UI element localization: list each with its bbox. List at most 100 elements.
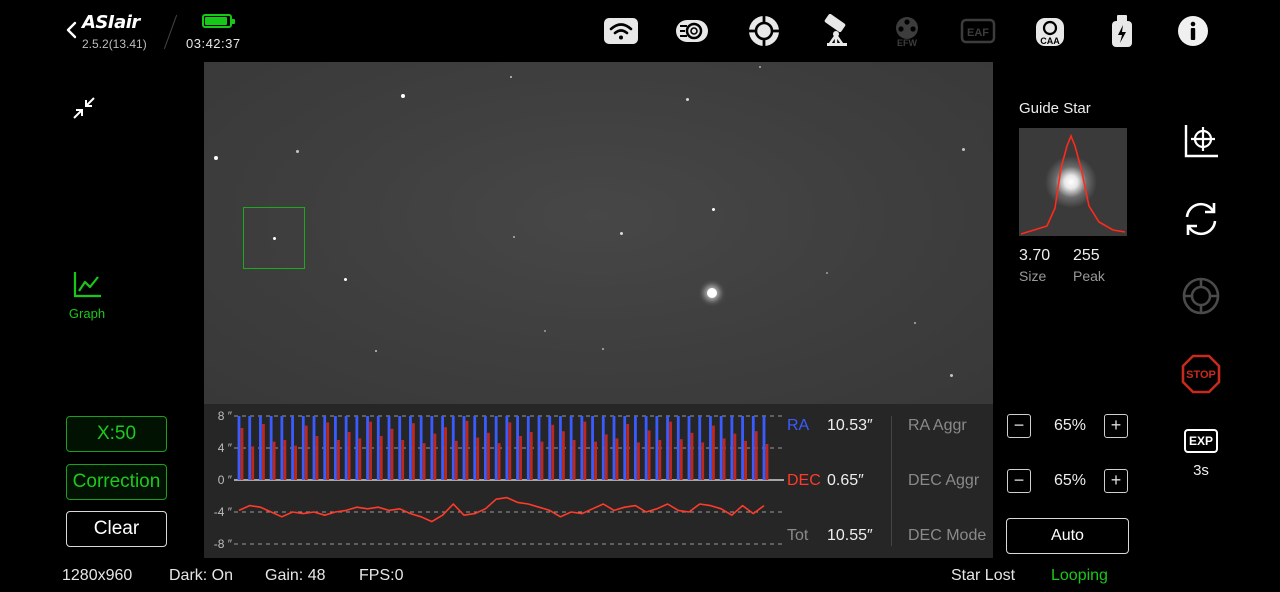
ra-label: RA xyxy=(787,417,810,434)
ra-bar xyxy=(591,416,594,480)
usb-power-icon[interactable] xyxy=(1103,12,1141,50)
dec-bar xyxy=(508,422,512,480)
ra-bar xyxy=(494,416,498,480)
ra-bar xyxy=(462,416,466,480)
divider xyxy=(163,14,178,50)
dec-bar xyxy=(765,444,769,480)
ra-bar xyxy=(601,416,605,480)
back-chevron-icon[interactable] xyxy=(62,18,84,42)
battery-icon xyxy=(202,14,235,28)
guide-graph-panel: 8 ″ 4 ″ 0 ″ -4 ″ -8 ″ RA 10.53″ DEC 0.65… xyxy=(204,404,993,558)
ra-bar xyxy=(301,416,305,480)
ra-bar xyxy=(623,416,627,480)
ra-bar xyxy=(344,416,348,480)
dec-aggr-plus-button[interactable]: + xyxy=(1104,469,1128,493)
dec-bar xyxy=(519,436,522,480)
eaf-icon[interactable]: EAF xyxy=(959,12,997,50)
graph-button[interactable]: Graph xyxy=(62,266,114,326)
guide-camera-image[interactable] xyxy=(204,62,993,404)
wifi-icon[interactable] xyxy=(602,12,640,50)
app-logo: ASIair xyxy=(82,12,140,33)
gain-status: Gain: 48 xyxy=(265,567,326,584)
info-icon[interactable] xyxy=(1174,12,1212,50)
dec-bar xyxy=(358,438,362,480)
correction-button[interactable]: Correction xyxy=(66,464,167,500)
dec-bar xyxy=(262,424,265,480)
y-tick-label: 8 ″ xyxy=(217,409,232,423)
dec-bar xyxy=(551,424,555,480)
tot-label: Tot xyxy=(787,527,809,544)
graph-label: Graph xyxy=(68,306,106,321)
dec-aggr-minus-button[interactable]: − xyxy=(1007,469,1031,493)
efw-icon[interactable]: EFW xyxy=(888,12,926,50)
y-tick-label: -8 ″ xyxy=(213,537,232,551)
select-star-icon[interactable] xyxy=(1178,118,1224,164)
dec-bar xyxy=(444,427,447,480)
guide-star-peak-value: 255 xyxy=(1073,247,1100,264)
guide-star-peak-label: Peak xyxy=(1073,268,1105,284)
ra-bar xyxy=(334,416,337,480)
ra-bar xyxy=(419,416,423,480)
exposure-button[interactable]: EXP xyxy=(1184,429,1218,453)
svg-text:EAF: EAF xyxy=(967,27,989,39)
ra-bar xyxy=(312,416,316,480)
dec-bar xyxy=(487,432,490,480)
ra-bar xyxy=(516,416,519,480)
dec-bar xyxy=(390,428,394,480)
divider xyxy=(891,416,892,546)
dec-bar xyxy=(326,422,330,480)
guide-star-title: Guide Star xyxy=(1019,100,1091,117)
ra-bar xyxy=(269,416,273,480)
battery-level xyxy=(205,17,227,25)
ra-aggr-minus-button[interactable]: − xyxy=(1007,414,1031,438)
guide-target-icon[interactable] xyxy=(1178,273,1224,319)
app-version: 2.5.2(13.41) xyxy=(82,37,147,51)
dec-bar xyxy=(251,446,255,480)
dec-bar xyxy=(637,442,640,480)
y-tick-label: -4 ″ xyxy=(213,505,232,519)
ra-bar xyxy=(762,416,766,480)
dec-bar xyxy=(647,430,651,480)
ra-aggr-plus-button[interactable]: + xyxy=(1104,414,1128,438)
ra-bar xyxy=(237,416,241,480)
telescope-icon[interactable] xyxy=(817,12,855,50)
dec-bar xyxy=(529,432,533,480)
dec-bar xyxy=(594,441,597,480)
ra-bar xyxy=(687,416,691,480)
stop-icon[interactable]: STOP xyxy=(1178,351,1224,397)
x-scale-button[interactable]: X:50 xyxy=(66,416,167,452)
ra-bar xyxy=(676,416,680,480)
dec-bar xyxy=(562,431,565,480)
guide-star-size-value: 3.70 xyxy=(1019,247,1051,264)
dec-bar xyxy=(572,440,576,480)
dec-bar xyxy=(540,441,544,480)
dec-bar xyxy=(240,428,244,480)
clear-button[interactable]: Clear xyxy=(66,511,167,547)
refresh-icon[interactable] xyxy=(1178,196,1224,242)
ra-aggr-label: RA Aggr xyxy=(908,417,967,434)
dec-bar xyxy=(497,443,501,480)
dec-bar xyxy=(604,434,608,480)
ra-bar xyxy=(355,416,359,480)
ra-bar xyxy=(451,416,455,480)
mount-icon[interactable] xyxy=(745,12,783,50)
dec-mode-select[interactable]: Auto xyxy=(1006,518,1129,554)
ra-bar xyxy=(441,416,444,480)
dec-bar xyxy=(315,436,319,480)
ra-bar xyxy=(526,416,530,480)
dec-bar xyxy=(658,440,662,480)
dec-bar xyxy=(369,421,372,480)
caa-icon[interactable]: CAA xyxy=(1031,12,1069,50)
filter-wheel-icon[interactable] xyxy=(673,12,711,50)
ra-bar xyxy=(741,416,744,480)
dec-bar xyxy=(754,431,758,480)
ra-bar xyxy=(505,416,509,480)
dec-bar xyxy=(454,440,458,480)
dec-bar xyxy=(294,445,297,480)
clock-time: 03:42:37 xyxy=(186,36,241,51)
dec-bar xyxy=(733,433,737,480)
guide-star-box[interactable] xyxy=(243,207,305,269)
collapse-icon[interactable] xyxy=(70,94,98,122)
top-bar: ASIair 2.5.2(13.41) 03:42:37 EFW EAF CAA xyxy=(0,0,1280,62)
ra-bar xyxy=(366,416,369,480)
